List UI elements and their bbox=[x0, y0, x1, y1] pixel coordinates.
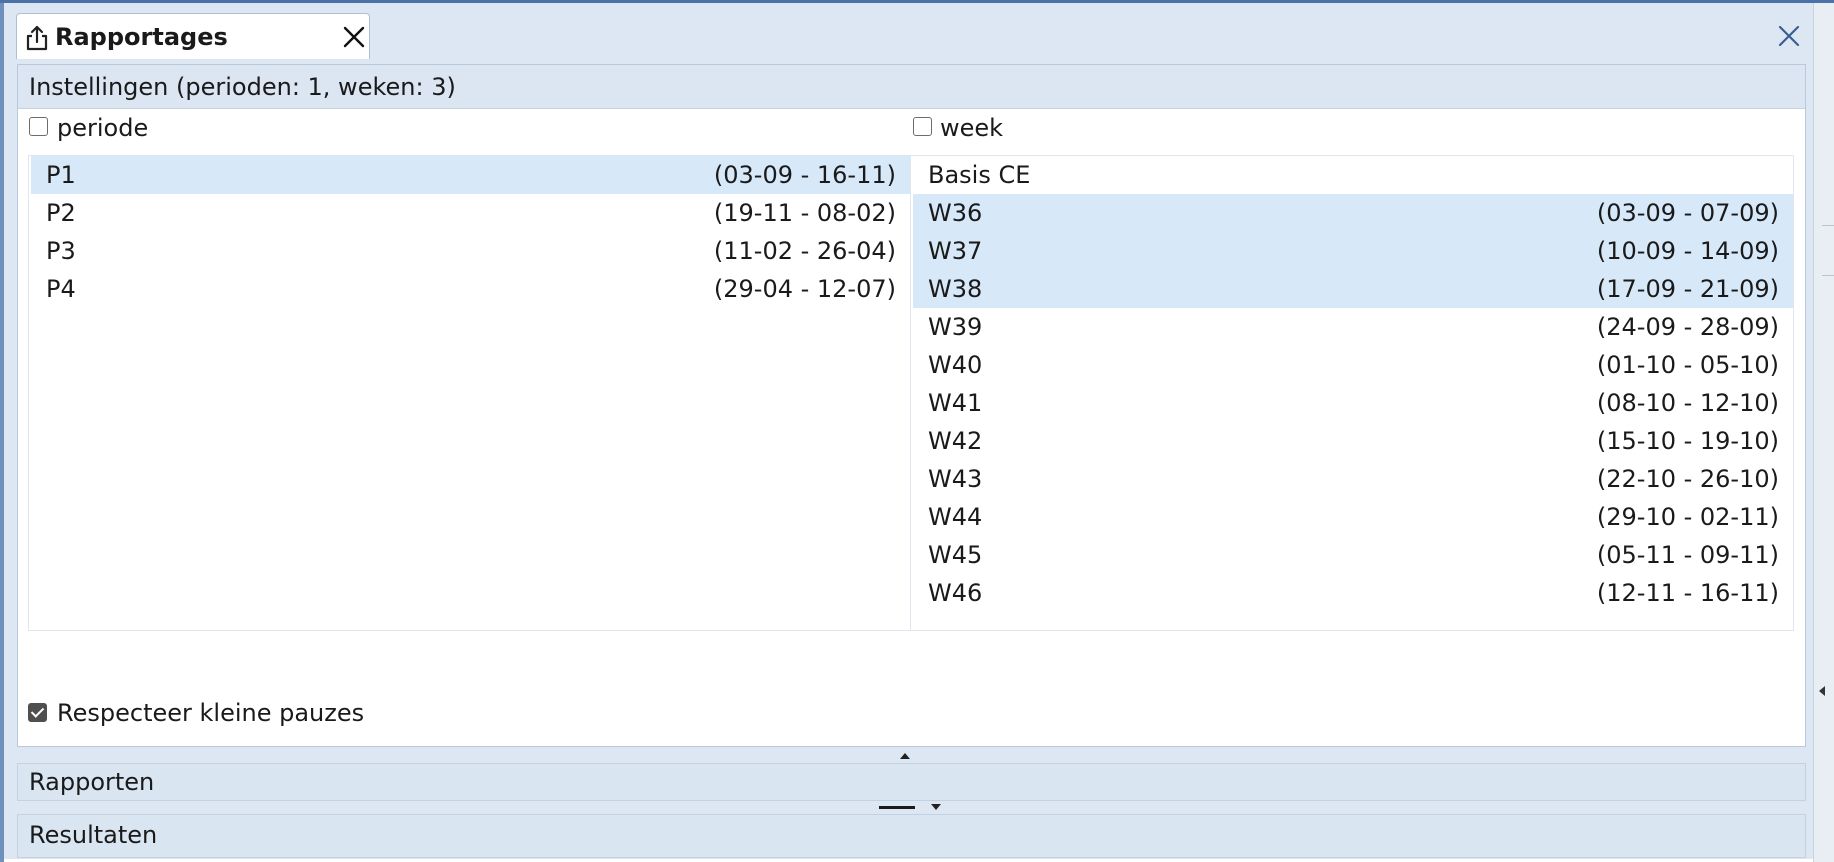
results-section-header[interactable]: Resultaten bbox=[17, 814, 1806, 858]
settings-panel: Instellingen (perioden: 1, weken: 3) per… bbox=[17, 64, 1806, 747]
periode-checkbox[interactable] bbox=[29, 117, 48, 136]
week-label: week bbox=[940, 114, 1004, 142]
row-date-range: (08-10 - 12-10) bbox=[1596, 389, 1779, 417]
respect-breaks-checkbox[interactable] bbox=[28, 703, 47, 722]
week-row[interactable]: W45 (05-11 - 09-11) bbox=[913, 536, 1793, 574]
row-name: W36 bbox=[928, 199, 983, 227]
row-name: W38 bbox=[928, 275, 983, 303]
rapportages-window: Rapportages Instellingen (perioden: 1, w… bbox=[0, 0, 1834, 862]
tab-title: Rapportages bbox=[55, 23, 228, 51]
period-row[interactable]: P2 (19-11 - 08-02) bbox=[31, 194, 910, 232]
selection-lists: P1 (03-09 - 16-11) P2 (19-11 - 08-02) P3 (11-… bbox=[28, 155, 1794, 631]
close-tab-icon[interactable] bbox=[342, 25, 366, 49]
respect-breaks-label: Respecteer kleine pauzes bbox=[57, 699, 365, 727]
settings-header-label: Instellingen (perioden: 1, weken: 3) bbox=[29, 73, 456, 101]
row-date-range: (17-09 - 21-09) bbox=[1596, 275, 1779, 303]
results-section-label: Resultaten bbox=[29, 821, 158, 849]
row-date-range: (12-11 - 16-11) bbox=[1596, 579, 1779, 607]
row-date-range: (19-11 - 08-02) bbox=[713, 199, 896, 227]
reports-section-label: Rapporten bbox=[29, 768, 155, 796]
week-checkbox[interactable] bbox=[913, 117, 932, 136]
week-row[interactable]: W39 (24-09 - 28-09) bbox=[913, 308, 1793, 346]
week-row[interactable]: W36 (03-09 - 07-09) bbox=[913, 194, 1793, 232]
row-date-range: (03-09 - 07-09) bbox=[1596, 199, 1779, 227]
row-date-range: (05-11 - 09-11) bbox=[1596, 541, 1779, 569]
week-row[interactable]: W42 (15-10 - 19-10) bbox=[913, 422, 1793, 460]
week-row[interactable]: W38 (17-09 - 21-09) bbox=[913, 270, 1793, 308]
week-group-header: Basis CE bbox=[913, 156, 1793, 194]
window-left-edge bbox=[0, 3, 4, 862]
row-date-range: (10-09 - 14-09) bbox=[1596, 237, 1779, 265]
row-name: W44 bbox=[928, 503, 983, 531]
period-row[interactable]: P3 (11-02 - 26-04) bbox=[31, 232, 910, 270]
list-divider bbox=[910, 156, 911, 630]
week-row[interactable]: W46 (12-11 - 16-11) bbox=[913, 574, 1793, 612]
row-name: W41 bbox=[928, 389, 983, 417]
row-date-range: (11-02 - 26-04) bbox=[713, 237, 896, 265]
week-row[interactable]: W40 (01-10 - 05-10) bbox=[913, 346, 1793, 384]
row-name: W39 bbox=[928, 313, 983, 341]
row-date-range: (29-04 - 12-07) bbox=[713, 275, 896, 303]
side-panel-strip bbox=[1813, 3, 1834, 862]
row-name: W37 bbox=[928, 237, 983, 265]
splitter-handle[interactable] bbox=[879, 806, 915, 809]
side-strip-divider bbox=[1822, 225, 1834, 226]
week-row[interactable]: W43 (22-10 - 26-10) bbox=[913, 460, 1793, 498]
row-name: W40 bbox=[928, 351, 983, 379]
export-icon bbox=[26, 25, 48, 51]
tab-rapportages[interactable]: Rapportages bbox=[16, 13, 370, 59]
close-window-icon[interactable] bbox=[1777, 24, 1801, 48]
row-name: W43 bbox=[928, 465, 983, 493]
row-date-range: (22-10 - 26-10) bbox=[1596, 465, 1779, 493]
splitter-up-arrow-icon[interactable] bbox=[900, 753, 910, 759]
period-row[interactable]: P1 (03-09 - 16-11) bbox=[31, 156, 910, 194]
row-name: P2 bbox=[46, 199, 76, 227]
row-name: P4 bbox=[46, 275, 76, 303]
row-date-range: (15-10 - 19-10) bbox=[1596, 427, 1779, 455]
row-date-range: (24-09 - 28-09) bbox=[1596, 313, 1779, 341]
week-group-label: Basis CE bbox=[928, 161, 1031, 189]
row-date-range: (29-10 - 02-11) bbox=[1596, 503, 1779, 531]
splitter-down-arrow-icon[interactable] bbox=[931, 804, 941, 810]
expand-side-panel-icon[interactable] bbox=[1819, 686, 1825, 696]
row-name: W45 bbox=[928, 541, 983, 569]
side-strip-divider bbox=[1822, 275, 1834, 276]
reports-section-header[interactable]: Rapporten bbox=[17, 763, 1806, 801]
settings-header[interactable]: Instellingen (perioden: 1, weken: 3) bbox=[18, 65, 1805, 109]
row-date-range: (01-10 - 05-10) bbox=[1596, 351, 1779, 379]
week-row[interactable]: W44 (29-10 - 02-11) bbox=[913, 498, 1793, 536]
row-name: W42 bbox=[928, 427, 983, 455]
row-name: P1 bbox=[46, 161, 76, 189]
periode-label: periode bbox=[57, 114, 149, 142]
week-row[interactable]: W37 (10-09 - 14-09) bbox=[913, 232, 1793, 270]
row-name: W46 bbox=[928, 579, 983, 607]
row-date-range: (03-09 - 16-11) bbox=[713, 161, 896, 189]
week-row[interactable]: W41 (08-10 - 12-10) bbox=[913, 384, 1793, 422]
period-row[interactable]: P4 (29-04 - 12-07) bbox=[31, 270, 910, 308]
row-name: P3 bbox=[46, 237, 76, 265]
